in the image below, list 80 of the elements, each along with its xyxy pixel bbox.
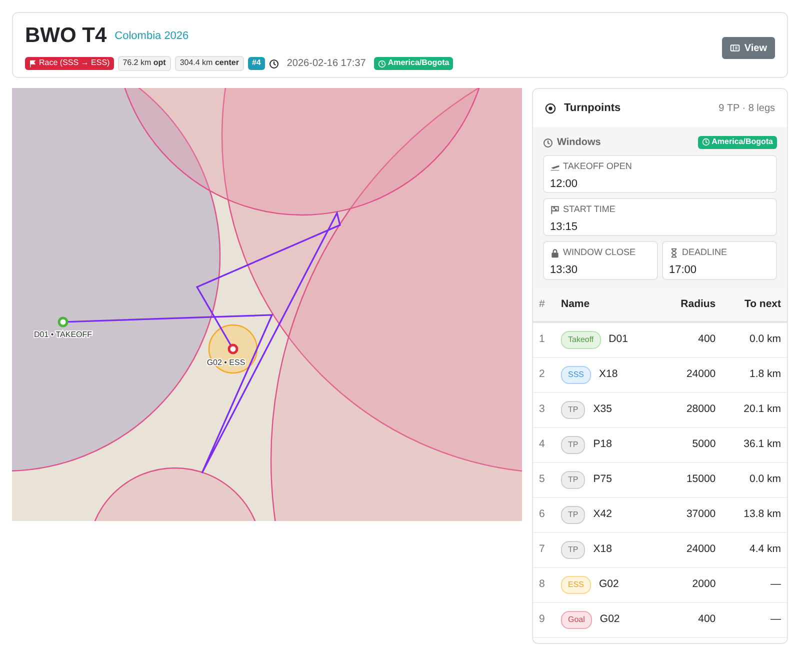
turnpoint-type-tag: Goal xyxy=(561,610,592,628)
radius-cell: 24000 xyxy=(659,357,722,392)
turnpoint-type-tag: TP xyxy=(561,506,586,524)
clock-icon xyxy=(543,138,553,148)
task-number-badge: #4 xyxy=(248,57,265,70)
turnpoint-name: X35 xyxy=(593,402,612,417)
row-number: 8 xyxy=(533,567,555,602)
row-number: 5 xyxy=(533,462,555,497)
turnpoint-type-tag: TP xyxy=(561,436,586,454)
goal-marker[interactable] xyxy=(228,344,238,354)
turnpoint-type-tag: TP xyxy=(561,470,586,488)
window-time: 13:15 xyxy=(550,220,579,234)
distance-cell: — xyxy=(722,602,787,637)
window-label: WINDOW CLOSE xyxy=(563,246,636,259)
row-number: 4 xyxy=(533,427,555,462)
column-header: # xyxy=(533,288,555,322)
window-label: START TIME xyxy=(563,203,616,216)
turnpoint-name: P75 xyxy=(593,472,612,487)
distance-badge: 304.4 km center xyxy=(174,56,244,72)
column-header: To next xyxy=(722,288,787,322)
timestamp: 2026-02-16 17:37 xyxy=(286,57,367,72)
window-label: TAKEOFF OPEN xyxy=(563,160,632,173)
radius-cell: 28000 xyxy=(659,392,722,427)
hourglass-icon xyxy=(669,248,679,258)
timezone-badge: America/Bogota xyxy=(698,136,777,149)
distance-cell: 0.0 km xyxy=(722,462,787,497)
target-icon xyxy=(545,102,556,114)
distance-cell: — xyxy=(722,567,787,602)
distance-cell: 0.0 km xyxy=(722,322,787,357)
turnpoint-type-tag: SSS xyxy=(561,366,592,384)
turnpoint-name: X18 xyxy=(599,366,618,382)
row-number: 1 xyxy=(533,322,555,357)
row-number: 9 xyxy=(533,602,555,637)
section-title: Windows xyxy=(557,136,601,150)
view-button[interactable]: View xyxy=(722,37,775,59)
radius-cell: 5000 xyxy=(659,427,722,462)
distance-cell: 36.1 km xyxy=(722,427,787,462)
column-header: Radius xyxy=(659,288,722,322)
turnpoint-type-tag: Takeoff xyxy=(561,330,601,349)
window-time: 13:30 xyxy=(550,262,579,278)
turnpoint-name: G02 xyxy=(599,576,619,592)
distance-cell: 4.4 km xyxy=(722,532,787,567)
turnpoint-summary: 9 TP · 8 legs xyxy=(718,102,775,116)
turnpoint-name: X18 xyxy=(593,542,612,557)
row-number: 6 xyxy=(533,497,555,532)
column-header: Name xyxy=(555,288,660,322)
radius-cell: 2000 xyxy=(659,567,722,602)
distance-badge: 76.2 km opt xyxy=(118,56,171,72)
turnpoint-name: D01 xyxy=(608,332,628,347)
row-number: 7 xyxy=(533,532,555,567)
competition-link[interactable]: Colombia 2026 xyxy=(114,28,189,44)
window-time: 17:00 xyxy=(669,262,698,278)
turnpoint-type-tag: ESS xyxy=(561,576,592,594)
distance-cell: 20.1 km xyxy=(722,392,787,427)
radius-cell: 15000 xyxy=(659,462,722,497)
turnpoint-type-tag: TP xyxy=(561,540,586,558)
turnpoint-label: D01 • TAKEOFF xyxy=(34,330,92,339)
race-badge: Race (SSS → ESS) xyxy=(25,57,114,70)
lock-icon xyxy=(550,248,560,258)
clock-icon xyxy=(268,58,279,69)
radius-cell: 24000 xyxy=(659,532,722,567)
list-icon xyxy=(730,43,740,53)
window-time: 12:00 xyxy=(550,176,579,192)
distance-cell: 1.8 km xyxy=(722,357,787,392)
flag-icon xyxy=(550,204,560,215)
turnpoint-name: X42 xyxy=(593,506,612,522)
distance-cell: 13.8 km xyxy=(722,497,787,532)
row-number: 2 xyxy=(533,357,555,392)
turnpoint-type-tag: TP xyxy=(561,400,586,418)
turnpoint-name: P18 xyxy=(593,436,612,452)
takeoff-marker[interactable] xyxy=(58,316,68,328)
task-title: BWO T4 xyxy=(25,23,107,48)
timezone-badge: America/Bogota xyxy=(374,57,454,70)
turnpoint-name: G02 xyxy=(600,612,620,627)
radius-cell: 37000 xyxy=(659,497,722,532)
row-number: 3 xyxy=(533,392,555,427)
window-label: DEADLINE xyxy=(682,246,728,259)
radius-cell: 400 xyxy=(659,602,722,637)
card-title: Turnpoints xyxy=(564,100,621,116)
radius-cell: 400 xyxy=(659,322,722,357)
